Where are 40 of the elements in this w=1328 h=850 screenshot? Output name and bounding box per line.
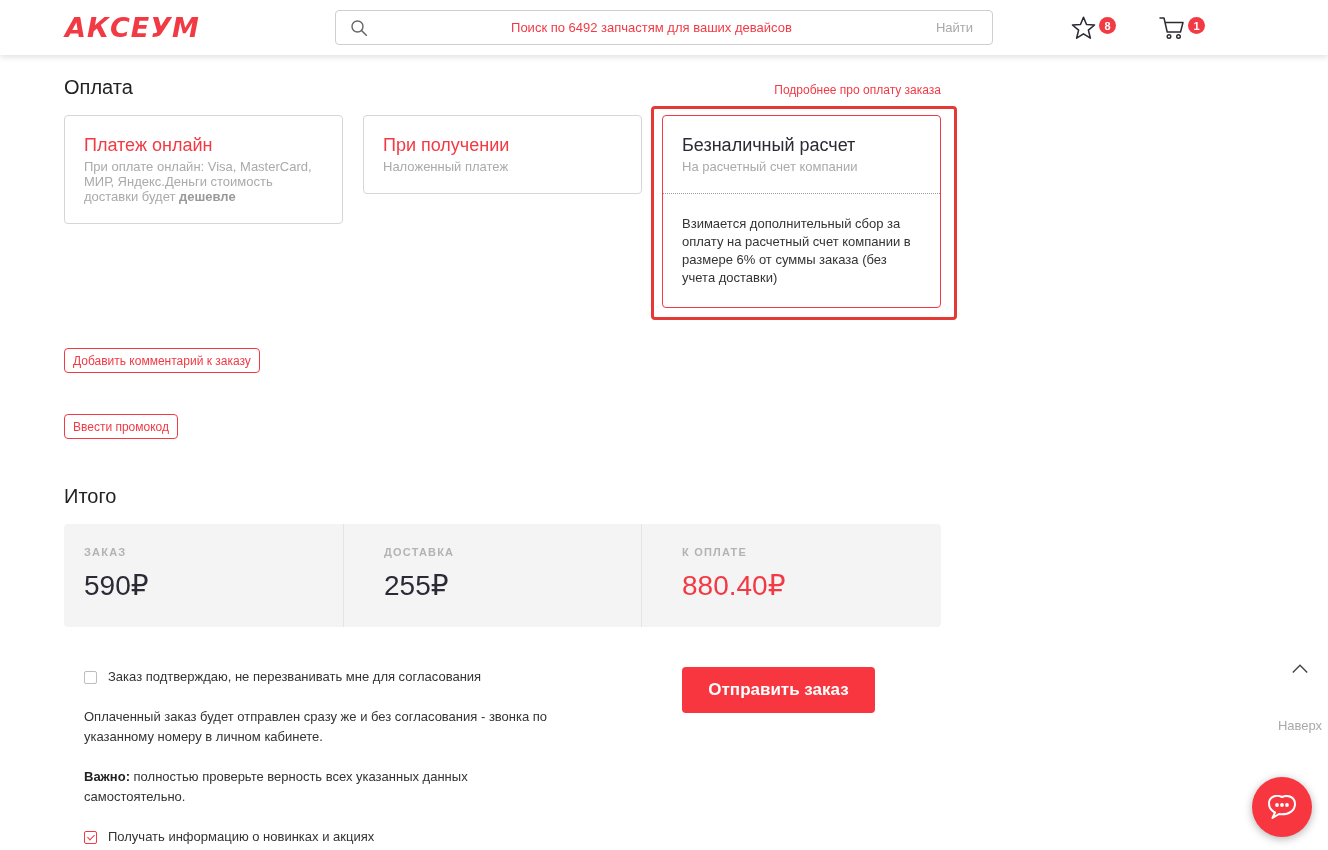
warning-text: Важно: полностью проверьте верность всех указанных данных самостоятельно.: [84, 768, 469, 806]
payment-option-card[interactable]: При получении Наложенный платеж: [363, 115, 642, 194]
search-icon: [351, 19, 367, 36]
chat-button[interactable]: [1252, 777, 1312, 837]
logo[interactable]: АКСЕУМ: [65, 12, 200, 43]
option-title: При получении: [383, 134, 511, 156]
payment-info-link[interactable]: Подробнее про оплату заказа: [774, 83, 941, 97]
star-icon[interactable]: [1071, 15, 1096, 40]
option-title: Платеж онлайн: [84, 134, 214, 156]
payment-option-card[interactable]: Безналичный расчет На расчетный счет компании Взимается дополнительный сбор за оплату на расчетный счет компании в размере 6% от суммы заказа (без учета доставки): [662, 115, 941, 308]
speech-bubble-icon: [1267, 794, 1297, 820]
total-amount: 255₽: [384, 569, 450, 603]
total-amount: 880.40₽: [682, 569, 787, 603]
checkbox[interactable]: [84, 670, 97, 684]
total-amount: 590₽: [84, 569, 150, 603]
info-text: Оплаченный заказ будет отправлен сразу же и без согласования - звонка по указанному номеру в личном кабинете.: [84, 708, 549, 746]
promo-code-button[interactable]: Ввести промокод: [64, 414, 179, 439]
section-title: Оплата: [64, 75, 133, 99]
cart-count: 1: [1188, 17, 1205, 34]
total-label: К ОПЛАТЕ: [682, 546, 748, 559]
option-note: Взимается дополнительный сбор за оплату на расчетный счет компании в размере 6% от суммы заказа (без учета доставки): [663, 193, 940, 307]
back-to-top-button[interactable]: Наверх: [1274, 660, 1326, 734]
submit-order-button[interactable]: Отправить заказ: [682, 667, 875, 713]
search-field[interactable]: Поиск по 6492 запчастям для ваших девайсов Найти: [335, 10, 993, 45]
find-button[interactable]: Найти: [935, 20, 973, 35]
checkbox-label: Заказ подтверждаю, не перезванивать мне для согласования: [108, 668, 482, 686]
section-title: Итого: [64, 484, 118, 508]
option-description: При оплате онлайн: Visa, MasterCard, МИР, Яндекс.Деньги стоимость доставки будет дешевле: [84, 159, 313, 204]
checkbox[interactable]: [84, 830, 97, 844]
checkbox-label: Получать информацию о новинках и акциях: [108, 828, 375, 846]
chevron-up-icon: [1292, 664, 1308, 673]
add-comment-button[interactable]: Добавить комментарий к заказу: [64, 348, 260, 373]
cart-icon[interactable]: [1159, 15, 1185, 40]
option-title: Безналичный расчет: [682, 134, 857, 156]
favorites-count: 8: [1099, 17, 1116, 34]
option-description: Наложенный платеж: [383, 159, 510, 174]
option-description: На расчетный счет компании: [682, 159, 859, 174]
payment-option-card[interactable]: Платеж онлайн При оплате онлайн: Visa, MasterCard, МИР, Яндекс.Деньги стоимость доставки будет дешевле: [64, 115, 343, 224]
total-label: ДОСТАВКА: [384, 546, 456, 559]
total-label: ЗАКАЗ: [84, 546, 128, 559]
